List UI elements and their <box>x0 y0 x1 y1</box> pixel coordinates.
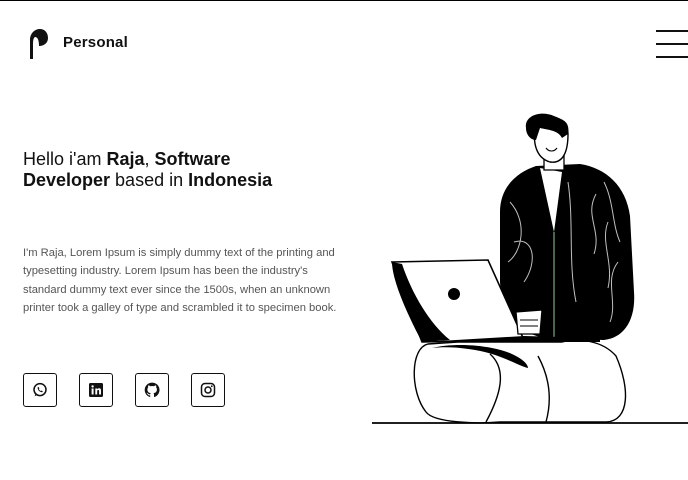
hero-headline: Hello i'am Raja, Software Developer based… <box>23 149 343 191</box>
whatsapp-button[interactable] <box>23 373 57 407</box>
linkedin-button[interactable] <box>79 373 113 407</box>
menu-line <box>656 56 688 58</box>
hero-location: Indonesia <box>188 170 273 190</box>
hero-name: Raja <box>106 149 145 169</box>
brand-name[interactable]: Personal <box>63 34 128 51</box>
developer-illustration <box>372 113 688 424</box>
whatsapp-icon <box>33 382 47 397</box>
menu-line <box>656 43 688 45</box>
hamburger-menu-icon[interactable] <box>656 29 688 59</box>
instagram-icon <box>200 382 216 398</box>
personal-logo-icon[interactable] <box>27 28 49 60</box>
comma-text: , <box>144 149 155 169</box>
linkedin-icon <box>89 383 103 397</box>
instagram-button[interactable] <box>191 373 225 407</box>
menu-line <box>656 30 688 32</box>
top-border <box>0 0 688 1</box>
github-button[interactable] <box>135 373 169 407</box>
role-text-1: Software <box>154 149 231 169</box>
github-icon <box>144 382 160 398</box>
role-text-2: Developer <box>23 170 111 190</box>
hero-description: I'm Raja, Lorem Ipsum is simply dummy te… <box>23 247 337 315</box>
based-in-text: based in <box>110 170 189 190</box>
greeting-text: Hello i'am <box>23 149 107 169</box>
